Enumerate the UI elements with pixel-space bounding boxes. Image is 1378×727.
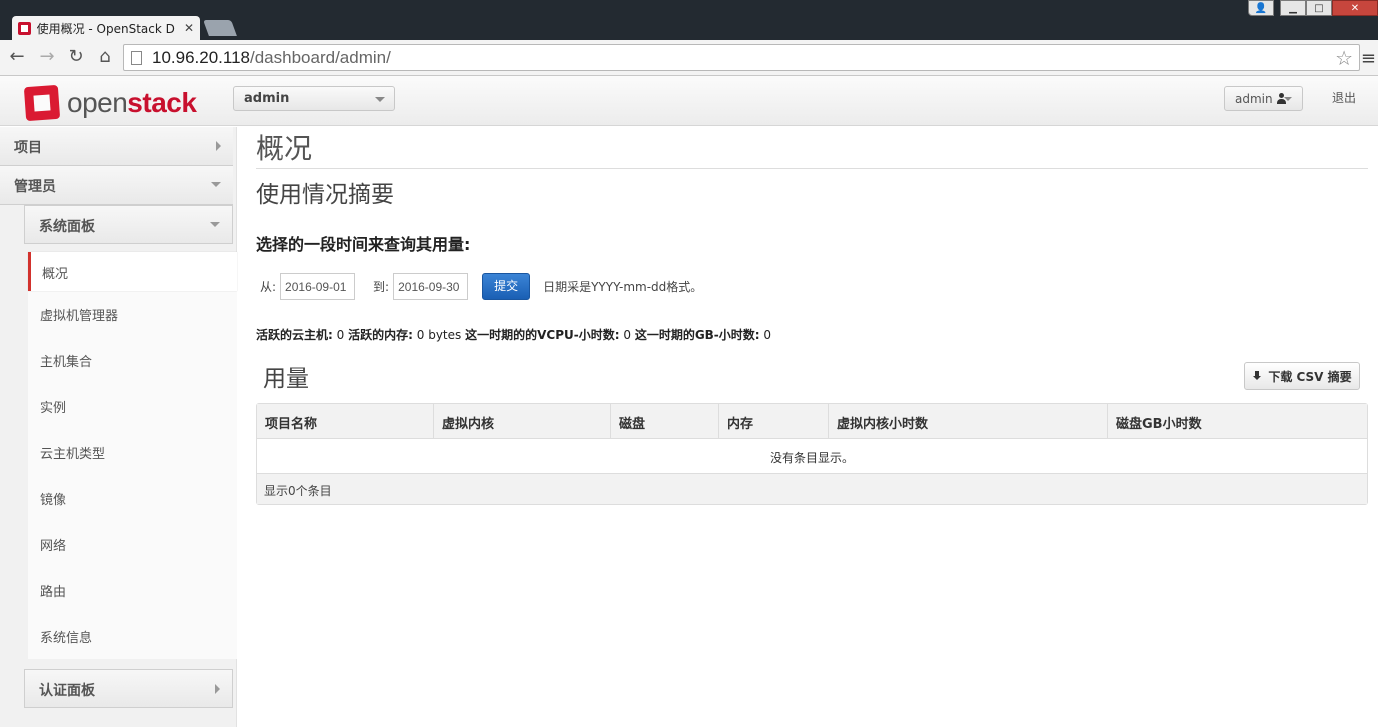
sidebar-group-label: 系统面板: [39, 219, 95, 235]
maximize-button[interactable]: □: [1306, 0, 1332, 16]
active-instances-value: 0: [336, 328, 345, 342]
close-window-button[interactable]: ✕: [1332, 0, 1378, 16]
sidebar-group-identity[interactable]: 认证面板: [24, 669, 233, 708]
gb-hours-value: 0: [763, 328, 772, 342]
column-header-disk-gb-hours[interactable]: 磁盘GB小时数: [1108, 404, 1367, 438]
column-header-vcpus[interactable]: 虚拟内核: [434, 404, 611, 438]
date-range-heading: 选择的一段时间来查询其用量:: [256, 235, 471, 254]
openstack-logo-icon: [23, 84, 61, 122]
usage-header: 用量 下载 CSV 摘要: [256, 357, 1368, 397]
profile-icon[interactable]: 👤: [1248, 0, 1274, 16]
chevron-down-icon: [211, 182, 221, 187]
sidebar-item-host-aggregates[interactable]: 主机集合: [28, 337, 237, 383]
sidebar-panel-admin[interactable]: 管理员: [0, 166, 233, 205]
usage-table: 项目名称 虚拟内核 磁盘 内存 虚拟内核小时数 磁盘GB小时数 没有条目显示。 …: [256, 403, 1368, 505]
dashboard-header: openstack admin admin 退出: [0, 76, 1378, 126]
submit-button[interactable]: 提交: [482, 273, 531, 300]
sidebar: 项目 管理员 系统面板 概况 虚拟机管理器 主机集合 实例 云主机类型 镜像 网…: [0, 127, 237, 727]
usage-summary: 活跃的云主机: 0 活跃的内存: 0 bytes 这一时期的的VCPU-小时数:…: [256, 326, 1368, 343]
project-selector-value: admin: [244, 91, 290, 106]
vcpu-hours-label: 这一时期的的VCPU-小时数:: [465, 328, 620, 342]
column-header-project-name[interactable]: 项目名称: [257, 404, 434, 438]
window-controls: 👤 ▁ □ ✕: [1248, 0, 1378, 16]
chevron-down-icon: [375, 97, 385, 102]
home-icon[interactable]: ⌂: [94, 46, 116, 68]
openstack-logo[interactable]: openstack: [23, 84, 197, 122]
user-icon: [1276, 93, 1287, 104]
browser-menu-icon[interactable]: ≡: [1361, 48, 1376, 69]
user-menu-label: admin: [1235, 91, 1273, 106]
start-date-input[interactable]: [280, 273, 356, 300]
table-footer: 显示0个条目: [257, 474, 1367, 504]
download-csv-button[interactable]: 下载 CSV 摘要: [1244, 362, 1360, 390]
column-header-memory[interactable]: 内存: [719, 404, 829, 438]
to-label: 到:: [373, 280, 390, 294]
sidebar-item-flavors[interactable]: 云主机类型: [28, 429, 237, 475]
minimize-button[interactable]: ▁: [1280, 0, 1306, 16]
address-bar[interactable]: 10.96.20.118/dashboard/admin/ ☆: [123, 44, 1360, 71]
project-selector[interactable]: admin: [233, 86, 395, 111]
usage-title: 用量: [263, 366, 309, 392]
sidebar-panel-label: 项目: [14, 140, 42, 156]
main-content: 概况 使用情况摘要 选择的一段时间来查询其用量: 从: 到: 提交 日期采是YY…: [256, 127, 1368, 505]
chevron-right-icon: [215, 684, 220, 694]
download-icon: [1252, 371, 1262, 381]
logout-link[interactable]: 退出: [1332, 89, 1356, 106]
sidebar-item-system-info[interactable]: 系统信息: [28, 613, 237, 659]
page-icon: [131, 50, 142, 65]
browser-tab[interactable]: 使用概况 - OpenStack D ✕: [12, 16, 200, 40]
sidebar-group-label: 认证面板: [39, 683, 95, 699]
sidebar-item-networks[interactable]: 网络: [28, 521, 237, 567]
vcpu-hours-value: 0: [623, 328, 631, 342]
bookmark-star-icon[interactable]: ☆: [1335, 46, 1353, 70]
url-text: 10.96.20.118/dashboard/admin/: [152, 47, 391, 67]
logo-text: openstack: [67, 87, 197, 118]
sidebar-items: 概况 虚拟机管理器 主机集合 实例 云主机类型 镜像 网络 路由 系统信息: [28, 252, 237, 659]
sidebar-group-system[interactable]: 系统面板: [24, 205, 233, 244]
back-arrow-icon[interactable]: ←: [6, 46, 28, 68]
chevron-right-icon: [216, 141, 221, 151]
sidebar-item-hypervisors[interactable]: 虚拟机管理器: [28, 291, 237, 337]
sidebar-item-routers[interactable]: 路由: [28, 567, 237, 613]
forward-arrow-icon[interactable]: →: [36, 46, 58, 68]
browser-toolbar: ← → ↻ ⌂ 10.96.20.118/dashboard/admin/ ☆ …: [0, 40, 1378, 76]
user-menu-button[interactable]: admin: [1224, 86, 1303, 111]
gb-hours-label: 这一时期的GB-小时数:: [634, 328, 760, 342]
column-header-disk[interactable]: 磁盘: [611, 404, 719, 438]
tab-title: 使用概况 - OpenStack D: [36, 21, 175, 36]
sidebar-item-overview[interactable]: 概况: [28, 252, 237, 291]
end-date-input[interactable]: [393, 273, 469, 300]
date-range-form: 从: 到: 提交 日期采是YYYY-mm-dd格式。: [256, 273, 1368, 300]
from-label: 从:: [260, 280, 277, 294]
sidebar-panel-label: 管理员: [14, 179, 56, 195]
browser-tab-bar: 使用概况 - OpenStack D ✕ 👤 ▁ □ ✕: [0, 0, 1378, 40]
active-memory-value: 0 bytes: [416, 328, 462, 342]
page-title: 概况: [256, 127, 1368, 169]
date-format-hint: 日期采是YYYY-mm-dd格式。: [543, 280, 703, 294]
tab-close-icon[interactable]: ✕: [184, 21, 194, 35]
table-empty-message: 没有条目显示。: [257, 439, 1367, 474]
sidebar-item-instances[interactable]: 实例: [28, 383, 237, 429]
section-title: 使用情况摘要: [256, 182, 394, 208]
active-instances-label: 活跃的云主机:: [256, 328, 333, 342]
new-tab-button[interactable]: [203, 20, 237, 36]
sidebar-item-images[interactable]: 镜像: [28, 475, 237, 521]
active-memory-label: 活跃的内存:: [348, 328, 413, 342]
openstack-favicon-icon: [18, 21, 31, 35]
column-header-vcpu-hours[interactable]: 虚拟内核小时数: [829, 404, 1108, 438]
table-header: 项目名称 虚拟内核 磁盘 内存 虚拟内核小时数 磁盘GB小时数: [257, 404, 1367, 439]
chevron-down-icon: [210, 222, 220, 227]
reload-icon[interactable]: ↻: [65, 46, 87, 68]
download-csv-label: 下载 CSV 摘要: [1268, 369, 1352, 384]
sidebar-panel-project[interactable]: 项目: [0, 127, 233, 166]
